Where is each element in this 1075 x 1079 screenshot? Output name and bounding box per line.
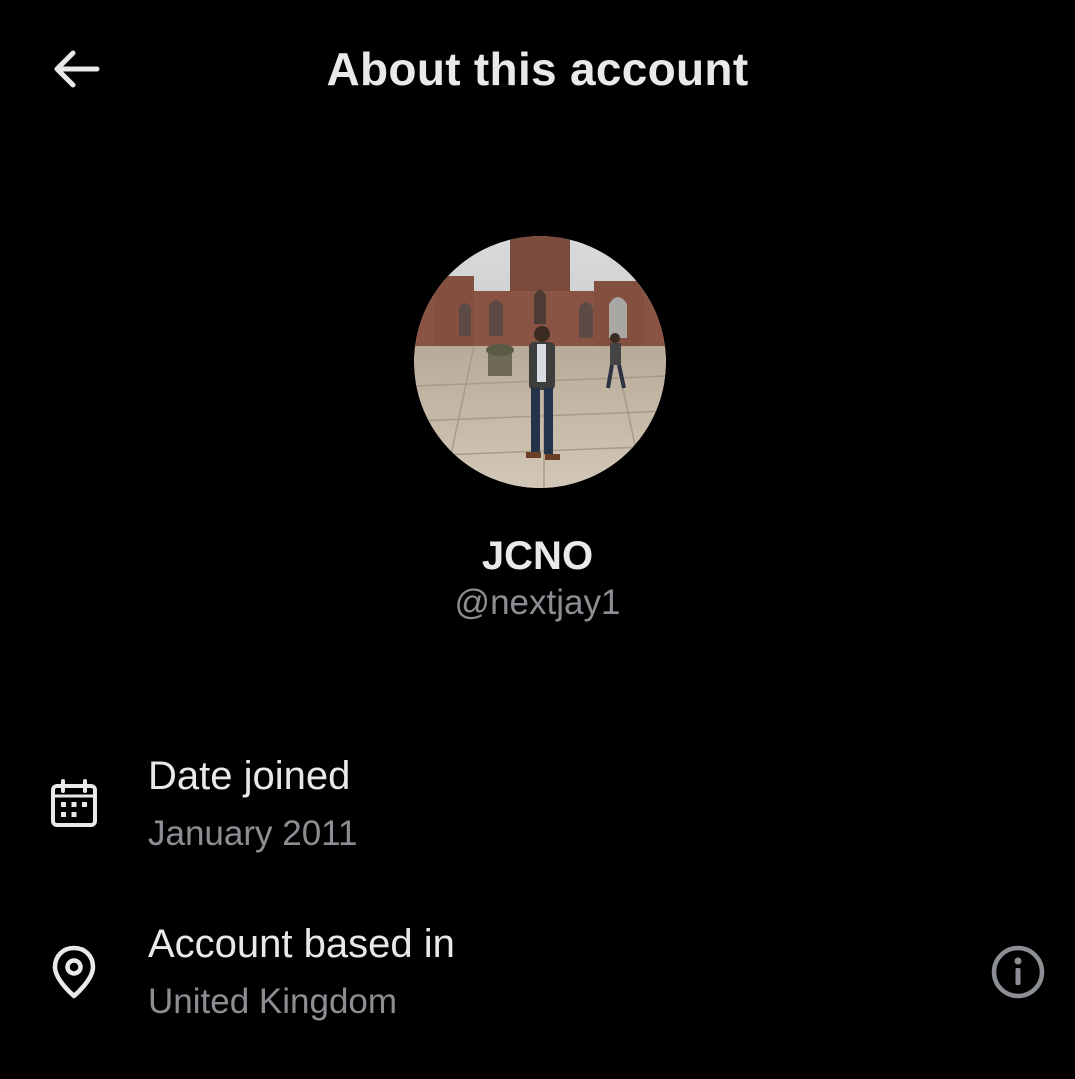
avatar[interactable] bbox=[414, 236, 666, 488]
location-pin-icon bbox=[44, 942, 104, 1002]
calendar-icon bbox=[44, 774, 104, 834]
date-joined-label: Date joined bbox=[148, 754, 351, 798]
display-name: JCNO bbox=[481, 534, 594, 578]
username-handle: @nextjay1 bbox=[454, 583, 621, 622]
location-info-button[interactable] bbox=[984, 938, 1052, 1006]
page-title: About this account bbox=[326, 43, 749, 95]
account-based-in-value: United Kingdom bbox=[148, 982, 398, 1021]
account-based-in-label: Account based in bbox=[148, 922, 455, 966]
top-bar: About this account bbox=[0, 0, 1075, 140]
account-based-in-row: Account based in United Kingdom bbox=[0, 916, 1075, 1036]
info-icon bbox=[991, 945, 1045, 999]
date-joined-row: Date joined January 2011 bbox=[0, 748, 1075, 868]
date-joined-value: January 2011 bbox=[148, 814, 358, 853]
about-account-screen: About this account JCNO @nextjay1 Date j… bbox=[0, 0, 1075, 1079]
